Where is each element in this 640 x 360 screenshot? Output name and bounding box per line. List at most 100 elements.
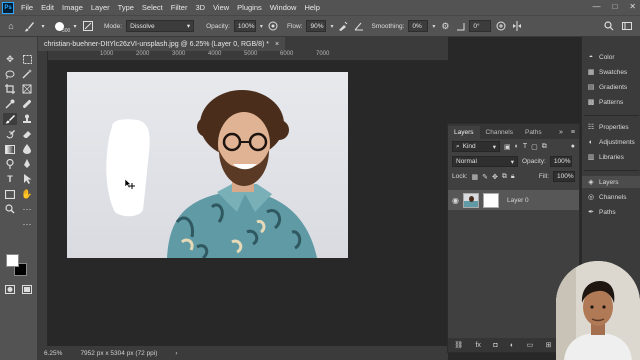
pen-icon[interactable] (20, 158, 34, 170)
zoom-level[interactable]: 6.25% (44, 350, 62, 357)
dock-color[interactable]: ◓ Color (582, 51, 640, 63)
brush-icon[interactable] (3, 113, 17, 125)
chevron-right-icon[interactable]: › (175, 350, 177, 357)
symmetry-icon[interactable] (511, 19, 523, 33)
pressure-size-icon[interactable] (495, 19, 507, 33)
dock-properties[interactable]: ☷ Properties (582, 121, 640, 133)
path-select-icon[interactable] (20, 173, 34, 185)
menu-file[interactable]: File (17, 3, 37, 12)
chevron-down-icon[interactable]: ▾ (72, 19, 78, 33)
filter-smart-icon[interactable]: ⧉ (542, 143, 547, 151)
dock-swatches[interactable]: ▦ Swatches (582, 66, 640, 78)
menu-plugins[interactable]: Plugins (233, 3, 266, 12)
history-brush-icon[interactable] (3, 128, 17, 140)
brush-settings-icon[interactable] (82, 19, 94, 33)
edit-toolbar-icon[interactable]: ··· (20, 218, 34, 230)
magic-wand-icon[interactable] (20, 68, 34, 80)
blend-mode-select[interactable]: Normal ▾ (452, 156, 518, 167)
workspace-icon[interactable] (620, 19, 634, 33)
type-icon[interactable]: T (3, 173, 17, 185)
mode-select[interactable]: Dissolve ▾ (126, 20, 195, 32)
lasso-icon[interactable] (3, 68, 17, 80)
opacity-field[interactable]: 100% (233, 20, 256, 32)
home-icon[interactable]: ⌂ (4, 19, 18, 33)
gradient-icon[interactable] (3, 143, 17, 155)
marquee-icon[interactable] (20, 53, 34, 65)
link-layers-icon[interactable]: ⛓ (454, 341, 463, 349)
frame-icon[interactable] (20, 83, 34, 95)
add-mask-icon[interactable]: ◘ (493, 342, 497, 349)
filter-type-icon[interactable]: T (523, 143, 527, 150)
pressure-opacity-icon[interactable] (267, 19, 279, 33)
adjustment-layer-icon[interactable]: ◐ (510, 342, 514, 349)
menu-layer[interactable]: Layer (87, 3, 114, 12)
healing-icon[interactable] (20, 98, 34, 110)
fx-icon[interactable]: fx (475, 342, 480, 349)
tab-paths[interactable]: Paths (519, 126, 548, 139)
tab-layers[interactable]: Layers (448, 126, 480, 139)
smoothing-field[interactable]: 0% (408, 20, 429, 32)
layer-opacity-field[interactable]: 100% (549, 156, 572, 167)
layer-mask-thumbnail[interactable] (482, 192, 499, 208)
flow-field[interactable]: 90% (306, 20, 327, 32)
visibility-eye-icon[interactable]: ◉ (452, 196, 459, 205)
quick-mask-icon[interactable] (3, 283, 17, 295)
rectangle-icon[interactable] (3, 188, 17, 200)
new-layer-icon[interactable]: ⊞ (546, 341, 552, 349)
brush-tool-icon[interactable] (22, 19, 36, 33)
dock-layers[interactable]: ◈ Layers (582, 176, 640, 188)
chevron-down-icon[interactable]: ▾ (432, 23, 435, 30)
menu-filter[interactable]: Filter (167, 3, 192, 12)
search-icon[interactable] (602, 19, 616, 33)
foreground-color-swatch[interactable] (6, 254, 19, 267)
menu-window[interactable]: Window (266, 3, 301, 12)
lock-all-icon[interactable]: 🔒︎ (511, 173, 515, 181)
maximize-icon[interactable]: □ (612, 2, 617, 11)
filter-shape-icon[interactable]: ▢ (531, 143, 538, 151)
angle-field[interactable]: 0° (469, 20, 492, 32)
chevron-down-icon[interactable]: ▾ (40, 19, 46, 33)
document-canvas-image[interactable] (67, 72, 348, 258)
move-icon[interactable]: ✥ (3, 53, 17, 65)
chevron-down-icon[interactable]: ▾ (260, 23, 263, 30)
dock-adjustments[interactable]: ◐ Adjustments (582, 136, 640, 148)
minimize-icon[interactable]: — (592, 2, 600, 11)
more-icon[interactable]: ··· (20, 203, 34, 215)
hand-icon[interactable]: ✋ (20, 188, 34, 200)
layer-filter-select[interactable]: ⌕ Kind ▾ (452, 141, 500, 152)
eyedropper-icon[interactable] (3, 98, 17, 110)
stamp-icon[interactable] (20, 113, 34, 125)
dock-libraries[interactable]: ▥ Libraries (582, 151, 640, 163)
gear-icon[interactable]: ⚙ (439, 19, 451, 33)
filter-pixel-icon[interactable]: ▣ (504, 143, 511, 151)
menu-type[interactable]: Type (114, 3, 138, 12)
close-icon[interactable]: ✕ (629, 2, 636, 11)
dock-patterns[interactable]: ▩ Patterns (582, 96, 640, 108)
fill-field[interactable]: 100% (553, 171, 575, 182)
chevron-down-icon[interactable]: ▾ (330, 23, 333, 30)
blur-icon[interactable] (20, 143, 34, 155)
menu-edit[interactable]: Edit (37, 3, 58, 12)
layer-name[interactable]: Layer 0 (507, 197, 529, 204)
menu-view[interactable]: View (209, 3, 233, 12)
filter-adjustment-icon[interactable]: ◐ (515, 143, 519, 150)
crop-icon[interactable] (3, 83, 17, 95)
lock-image-icon[interactable]: ✎ (482, 173, 488, 181)
lock-position-icon[interactable]: ✥ (492, 173, 498, 181)
menu-select[interactable]: Select (138, 3, 167, 12)
menu-image[interactable]: Image (58, 3, 87, 12)
dock-channels[interactable]: ◎ Channels (582, 191, 640, 203)
layer-row[interactable]: ◉ Layer 0 (448, 190, 579, 210)
dock-paths[interactable]: ✒ Paths (582, 206, 640, 218)
dodge-icon[interactable] (3, 158, 17, 170)
panel-menu-icon[interactable]: ≡ (567, 126, 579, 139)
screen-mode-icon[interactable] (20, 283, 34, 295)
lock-transparent-icon[interactable]: ▦ (472, 173, 479, 181)
zoom-icon[interactable] (3, 203, 17, 215)
eraser-icon[interactable] (20, 128, 34, 140)
new-group-icon[interactable]: ▭ (527, 341, 534, 349)
filter-toggle-icon[interactable]: ● (571, 143, 575, 150)
close-tab-icon[interactable]: × (275, 41, 279, 48)
document-tab[interactable]: christian-buehner-DItYlc26zVI-unsplash.j… (38, 37, 286, 51)
angle-icon[interactable] (353, 19, 365, 33)
